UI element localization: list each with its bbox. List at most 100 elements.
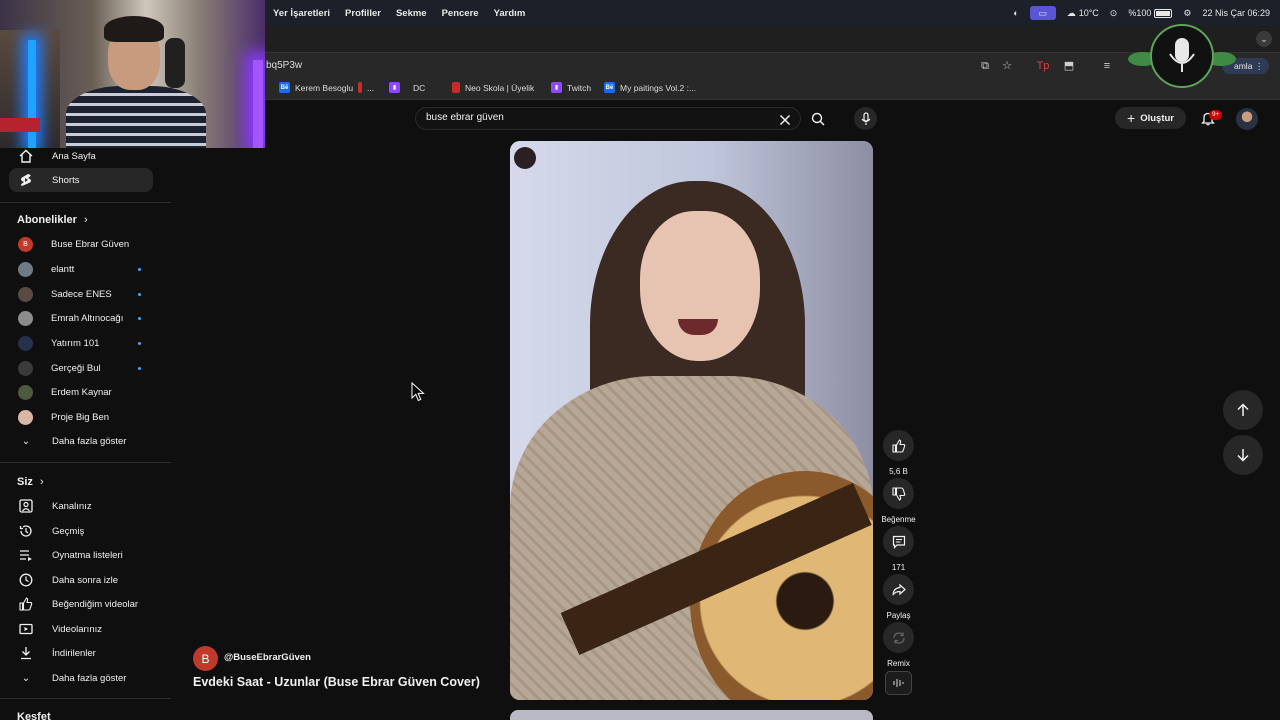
menu-items: Yer İşaretleri Profiller Sekme Pencere Y…	[273, 0, 540, 26]
sound-thumbnail[interactable]	[885, 671, 912, 695]
sidebar-item-home[interactable]: Ana Sayfa	[9, 144, 153, 168]
bookmark-generic[interactable]: ...	[358, 82, 374, 93]
control-center-icon[interactable]: ◐	[1013, 8, 1018, 18]
channel-icon	[17, 497, 35, 515]
sidebar-item-downloads[interactable]: İndirilenler	[9, 641, 153, 665]
menu-help[interactable]: Yardım	[494, 8, 526, 19]
search-icon[interactable]	[806, 107, 829, 130]
sidebar-item-history[interactable]: Geçmiş	[9, 519, 153, 543]
sidebar-divider	[0, 698, 171, 699]
playlist-icon	[17, 546, 35, 564]
sidebar-sub-proje-big-ben[interactable]: Proje Big Ben	[9, 405, 153, 429]
new-content-dot	[138, 341, 141, 345]
extension-icon[interactable]: Tp	[1036, 59, 1050, 73]
sidebar-item-playlists[interactable]: Oynatma listeleri	[9, 543, 153, 567]
new-content-dot	[138, 316, 141, 320]
bookmark-label: ...	[367, 82, 375, 93]
bookmark-kerem[interactable]: Bē Kerem Besoglu	[279, 82, 353, 93]
bookmark-dc[interactable]: ▮ DC	[389, 82, 425, 93]
sidebar-item-label: Ana Sayfa	[52, 150, 96, 162]
behance-icon: Bē	[604, 82, 615, 93]
avatar	[18, 360, 33, 376]
bookmark-twitch[interactable]: ▮ Twitch	[551, 82, 591, 93]
sidebar-item-label: Erdem Kaynar	[51, 386, 112, 398]
sidebar-sub-erdem-kaynar[interactable]: Erdem Kaynar	[9, 380, 153, 404]
sidebar-item-watch-later[interactable]: Daha sonra izle	[9, 568, 153, 592]
bookmark-label: DC	[413, 82, 426, 93]
account-avatar[interactable]	[1236, 108, 1258, 130]
chevron-right-icon: ›	[83, 214, 88, 226]
short-video-player[interactable]	[510, 141, 873, 700]
bookmark-paintings[interactable]: Bē My paitings Vol.2 :...	[604, 82, 696, 93]
bookmark-neo-skola[interactable]: Neo Skola | Üyelik	[452, 82, 534, 93]
dislike-icon[interactable]	[883, 478, 914, 509]
sidebar-item-label: Gerçeği Bul	[51, 362, 101, 374]
menu-tab[interactable]: Sekme	[396, 8, 427, 19]
avatar	[18, 261, 33, 277]
share-label: Paylaş	[886, 611, 911, 620]
channel-avatar[interactable]: B	[193, 646, 218, 671]
url-text[interactable]: bq5P3w	[266, 60, 302, 71]
like-action: 5,6 B	[883, 430, 914, 476]
sidebar-item-liked-videos[interactable]: Beğendiğim videolar	[9, 592, 153, 616]
sidebar-item-label: Beğendiğim videolar	[52, 598, 139, 610]
menu-window[interactable]: Pencere	[442, 8, 479, 19]
menu-bookmarks[interactable]: Yer İşaretleri	[273, 8, 330, 19]
tab-search-icon[interactable]: ⌄	[1256, 31, 1272, 47]
cast-icon[interactable]: ⧉	[978, 59, 992, 73]
like-icon	[17, 595, 35, 613]
puzzle-icon[interactable]: ⬒	[1062, 59, 1076, 73]
play-icon[interactable]: ⊙	[1110, 8, 1118, 19]
sidebar-show-more-you[interactable]: ⌄ Daha fazla göster	[9, 666, 153, 690]
create-button[interactable]: + Oluştur	[1115, 107, 1186, 129]
sidebar-item-label: Geçmiş	[52, 525, 85, 537]
menu-profiles[interactable]: Profiller	[345, 8, 381, 19]
previous-short-button[interactable]	[1223, 390, 1263, 430]
webcam-led-purple	[253, 60, 263, 148]
search-bar	[415, 107, 801, 130]
share-icon[interactable]	[883, 574, 914, 605]
arrow-up-icon	[1237, 403, 1249, 416]
sidebar-sub-yatirim-101[interactable]: Yatırım 101	[9, 331, 153, 355]
subscriptions-heading[interactable]: Abonelikler ›	[17, 214, 88, 226]
sidebar-sub-emrah-altinocagi[interactable]: Emrah Altınocağı	[9, 306, 153, 330]
next-short-preview[interactable]	[510, 710, 873, 720]
bookmark-label: Twitch	[567, 82, 592, 93]
comment-icon[interactable]	[883, 526, 914, 557]
battery-percent: %100	[1128, 8, 1152, 18]
sidebar-sub-sadece-enes[interactable]: Sadece ENES	[9, 282, 153, 306]
star-icon[interactable]: ☆	[1000, 59, 1014, 73]
reading-list-icon[interactable]: ≡	[1100, 59, 1114, 73]
search-input[interactable]	[426, 112, 726, 123]
logo-ring	[1150, 24, 1214, 88]
sidebar-item-shorts[interactable]: Shorts	[9, 168, 153, 192]
explore-heading: Keşfet	[17, 711, 51, 720]
sidebar-show-more-subscriptions[interactable]: ⌄ Daha fazla göster	[9, 429, 153, 453]
remix-label: Remix	[887, 659, 910, 668]
screen-mirror-icon[interactable]: ▭	[1029, 6, 1056, 20]
sidebar-sub-elantt[interactable]: elantt	[9, 257, 153, 281]
sidebar-item-your-channel[interactable]: Kanalınız	[9, 494, 153, 518]
battery-icon[interactable]	[1154, 8, 1173, 18]
clear-search-icon[interactable]	[773, 108, 796, 131]
remix-action: Remix	[883, 622, 914, 668]
notification-badge: 9+	[1209, 110, 1223, 120]
sidebar-item-label: Oynatma listeleri	[52, 549, 123, 561]
sidebar-sub-gercegi-bul[interactable]: Gerçeği Bul	[9, 356, 153, 380]
like-icon[interactable]	[883, 430, 914, 461]
remix-icon[interactable]	[883, 622, 914, 653]
clock[interactable]: 22 Nis Çar 06:29	[1202, 8, 1270, 18]
toggle-icon[interactable]: ⚙	[1183, 8, 1191, 19]
sidebar-item-your-videos[interactable]: Videolarınız	[9, 617, 153, 641]
channel-name[interactable]: @BuseEbrarGüven	[224, 652, 311, 663]
sidebar-item-label: Daha fazla göster	[52, 435, 127, 447]
twitch-icon: ▮	[551, 82, 562, 93]
you-heading[interactable]: Siz ›	[17, 476, 44, 488]
voice-search-icon[interactable]	[854, 107, 877, 130]
bookmark-label: My paitings Vol.2 :...	[620, 82, 697, 93]
audio-wave-icon	[892, 679, 904, 687]
weather-icon[interactable]: ☁	[1067, 8, 1076, 19]
sidebar-sub-buse-ebrar-guven[interactable]: B Buse Ebrar Güven	[9, 232, 153, 256]
next-short-button[interactable]	[1223, 435, 1263, 475]
video-wall-pin	[514, 147, 536, 169]
